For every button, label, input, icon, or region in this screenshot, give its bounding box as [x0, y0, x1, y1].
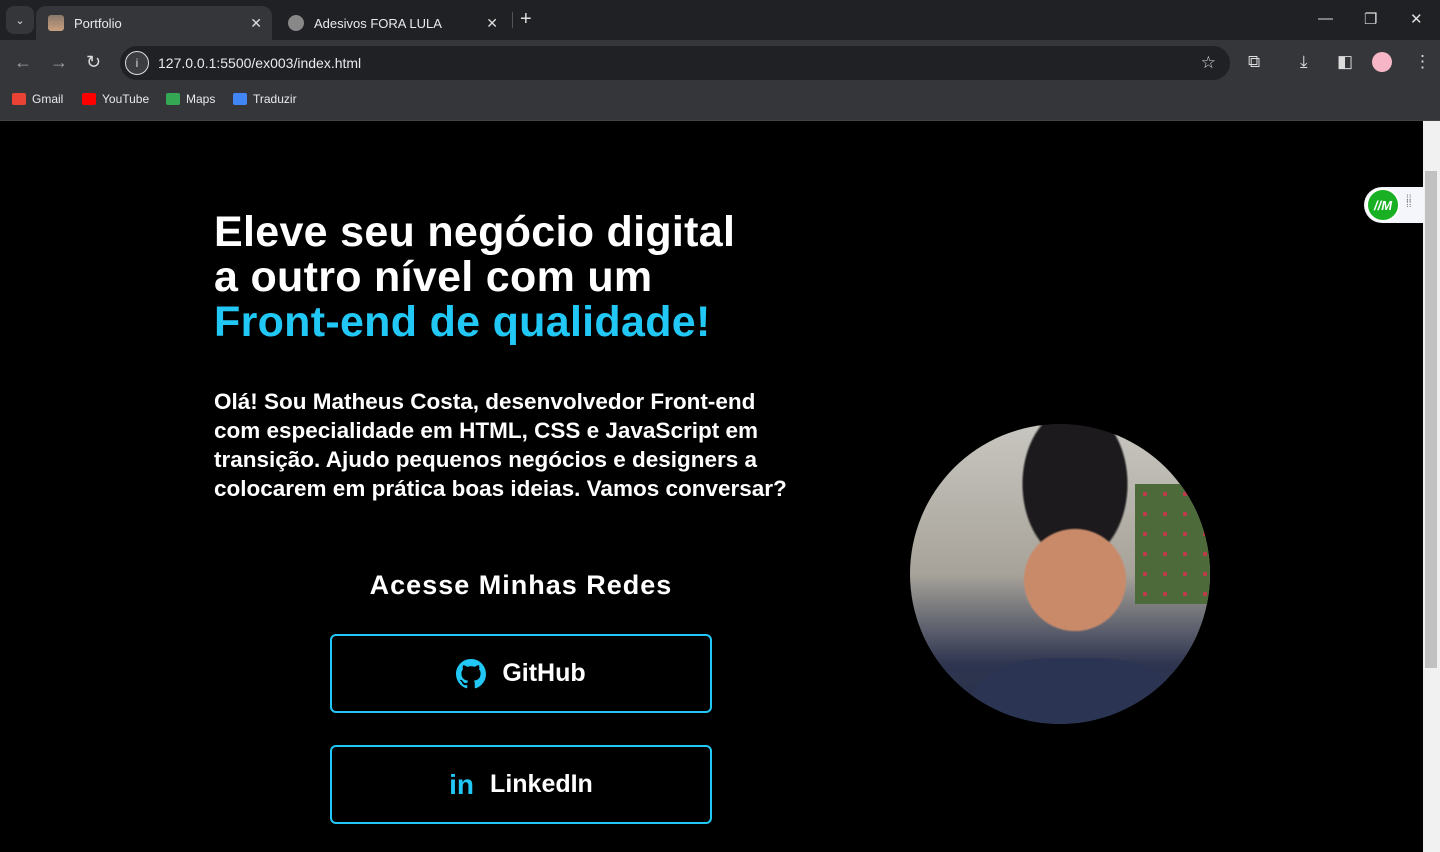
- favicon: [48, 15, 64, 31]
- linkedin-button[interactable]: in LinkedIn: [330, 745, 712, 824]
- globe-icon: [288, 15, 304, 31]
- bookmark-gmail[interactable]: Gmail: [12, 92, 63, 106]
- reload-icon[interactable]: ↻: [86, 52, 101, 73]
- bookmark-youtube[interactable]: YouTube: [82, 92, 149, 106]
- browser-toolbar: ← → ↻ i 127.0.0.1:5500/ex003/index.html …: [0, 40, 1440, 121]
- gmail-icon: [12, 93, 26, 105]
- download-icon[interactable]: ⤓: [1300, 52, 1308, 72]
- forward-icon[interactable]: →: [50, 52, 68, 73]
- translate-icon: [233, 93, 247, 105]
- url-text[interactable]: 127.0.0.1:5500/ex003/index.html: [158, 55, 1201, 71]
- scrollbar[interactable]: [1423, 121, 1440, 852]
- title-line: Eleve seu negócio digital: [214, 208, 736, 256]
- menu-icon[interactable]: ⋮: [1414, 52, 1431, 72]
- tab-title: Adesivos FORA LULA: [314, 15, 442, 31]
- side-panel-icon[interactable]: ◧: [1337, 52, 1353, 72]
- bookmark-label: YouTube: [102, 92, 150, 106]
- drag-handle-icon[interactable]: ⁞⁞ ⁞⁞: [1406, 195, 1414, 210]
- close-tab-icon[interactable]: ✕: [250, 15, 262, 32]
- tab-adesivos[interactable]: Adesivos FORA LULA ✕: [276, 6, 508, 40]
- restore-icon[interactable]: ❐: [1364, 10, 1377, 28]
- new-tab-icon[interactable]: +: [520, 8, 532, 31]
- title-highlight: Front-end de qualidade!: [214, 298, 711, 346]
- close-window-icon[interactable]: ✕: [1410, 10, 1423, 28]
- extensions-icon[interactable]: ⧉: [1248, 52, 1260, 72]
- tab-title: Portfolio: [74, 15, 122, 31]
- github-icon: [456, 658, 487, 689]
- github-label: GitHub: [502, 659, 586, 687]
- bookmark-maps[interactable]: Maps: [166, 92, 215, 106]
- linkedin-label: LinkedIn: [490, 770, 593, 798]
- title-line: a outro nível com um: [214, 253, 653, 301]
- extension-widget[interactable]: //M ⁞⁞ ⁞⁞: [1364, 187, 1424, 223]
- youtube-icon: [82, 93, 96, 105]
- extension-logo-icon[interactable]: //M: [1366, 188, 1400, 222]
- bookmark-label: Maps: [186, 92, 216, 106]
- intro-text: Olá! Sou Matheus Costa, desenvolvedor Fr…: [214, 389, 787, 501]
- close-tab-icon[interactable]: ✕: [486, 15, 498, 32]
- back-icon[interactable]: ←: [14, 52, 32, 73]
- bookmark-label: Gmail: [32, 92, 64, 106]
- divider: [512, 12, 513, 28]
- bookmark-label: Traduzir: [253, 92, 297, 106]
- github-button[interactable]: GitHub: [330, 634, 712, 713]
- tab-portfolio[interactable]: Portfolio ✕: [36, 6, 272, 40]
- photo-shirt: [970, 658, 1180, 724]
- bookmark-traduzir[interactable]: Traduzir: [233, 92, 297, 106]
- address-bar[interactable]: i 127.0.0.1:5500/ex003/index.html ☆: [120, 46, 1230, 80]
- bookmark-star-icon[interactable]: ☆: [1201, 53, 1216, 73]
- scrollbar-thumb[interactable]: [1425, 171, 1437, 668]
- tab-strip: ⌄ Portfolio ✕ Adesivos FORA LULA ✕ + — ❐…: [0, 0, 1440, 40]
- social-heading: Acesse Minhas Redes: [369, 570, 673, 600]
- info-icon[interactable]: i: [125, 51, 149, 75]
- maps-icon: [166, 93, 180, 105]
- minimize-icon[interactable]: —: [1318, 10, 1333, 27]
- profile-avatar[interactable]: [1372, 52, 1392, 72]
- photo-background: [1135, 484, 1210, 604]
- hero-title: Eleve seu negócio digital a outro nível …: [214, 210, 735, 345]
- tab-search-button[interactable]: ⌄: [6, 6, 34, 34]
- profile-photo: [910, 424, 1210, 724]
- linkedin-icon: in: [449, 768, 475, 800]
